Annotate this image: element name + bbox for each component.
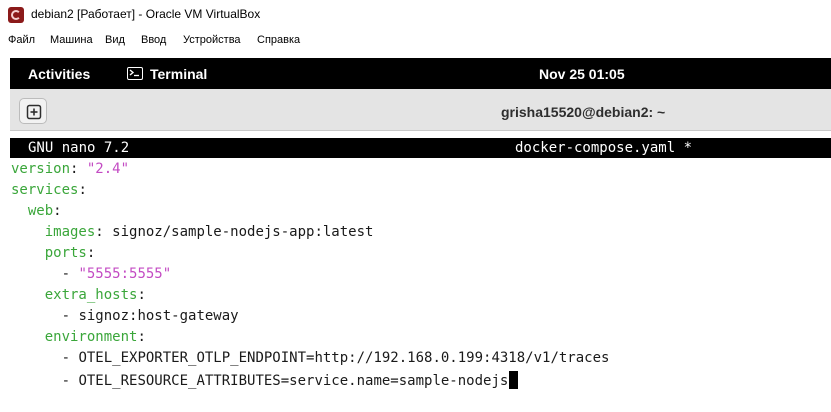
yaml-string: "5555:5555": [78, 266, 172, 282]
yaml-value: OTEL_RESOURCE_ATTRIBUTES=service.name=sa…: [78, 373, 509, 389]
gnome-topbar: Activities Terminal Nov 25 01:05: [10, 58, 831, 89]
window-frame: [0, 50, 10, 412]
new-tab-icon: [26, 104, 42, 120]
app-menu-label: Terminal: [150, 66, 208, 82]
activities-button[interactable]: Activities: [28, 66, 90, 82]
guest-display[interactable]: Activities Terminal Nov 25 01:05 grisha1…: [10, 58, 831, 412]
window-title: debian2 [Работает] - Oracle VM VirtualBo…: [31, 7, 261, 21]
terminal-title: grisha15520@debian2: ~: [501, 104, 666, 120]
yaml-key: web: [27, 203, 54, 219]
yaml-value: signoz/sample-nodejs-app:latest: [112, 224, 374, 240]
code-line: environment:: [44, 329, 146, 345]
code-line: - signoz:host-gateway: [11, 308, 239, 324]
code-line: web:: [27, 203, 62, 219]
clock[interactable]: Nov 25 01:05: [539, 66, 625, 82]
menu-file[interactable]: Файл: [8, 34, 35, 46]
code-line: - OTEL_EXPORTER_OTLP_ENDPOINT=http://192…: [11, 350, 610, 366]
yaml-key: images: [44, 224, 96, 240]
new-tab-button[interactable]: [19, 98, 47, 124]
terminal-content[interactable]: GNU nano 7.2 docker-compose.yaml * versi…: [10, 132, 831, 412]
yaml-value: signoz:host-gateway: [78, 308, 239, 324]
terminal-icon: [127, 67, 143, 80]
yaml-key: version: [11, 161, 71, 177]
yaml-key: environment: [44, 329, 138, 345]
code-line: - OTEL_RESOURCE_ATTRIBUTES=service.name=…: [11, 371, 519, 391]
nano-titlebar: GNU nano 7.2 docker-compose.yaml *: [10, 138, 831, 158]
menubar: Файл Машина Вид Ввод Устройства Справка: [0, 30, 831, 50]
code-line: services:: [11, 182, 87, 198]
terminal-headerbar: grisha15520@debian2: ~: [10, 89, 831, 131]
menu-machine[interactable]: Машина: [50, 34, 93, 46]
yaml-string: "2.4": [86, 161, 130, 177]
menu-view[interactable]: Вид: [105, 34, 125, 46]
menu-devices[interactable]: Устройства: [183, 34, 241, 46]
code-line: - "5555:5555": [11, 266, 172, 282]
nano-version: GNU nano 7.2: [28, 140, 130, 156]
window-titlebar: debian2 [Работает] - Oracle VM VirtualBo…: [0, 0, 831, 30]
menu-input[interactable]: Ввод: [141, 34, 166, 46]
menu-help[interactable]: Справка: [257, 34, 300, 46]
yaml-value: OTEL_EXPORTER_OTLP_ENDPOINT=http://192.1…: [78, 350, 610, 366]
yaml-key: services: [11, 182, 79, 198]
yaml-key: extra_hosts: [44, 287, 138, 303]
yaml-key: ports: [44, 245, 87, 261]
code-line: extra_hosts:: [44, 287, 146, 303]
code-line: version: "2.4": [11, 161, 130, 177]
text-cursor: [509, 371, 519, 389]
virtualbox-debian-icon: [8, 7, 24, 23]
code-line: ports:: [44, 245, 96, 261]
nano-filename: docker-compose.yaml *: [515, 140, 693, 156]
code-line: images: signoz/sample-nodejs-app:latest: [44, 224, 374, 240]
